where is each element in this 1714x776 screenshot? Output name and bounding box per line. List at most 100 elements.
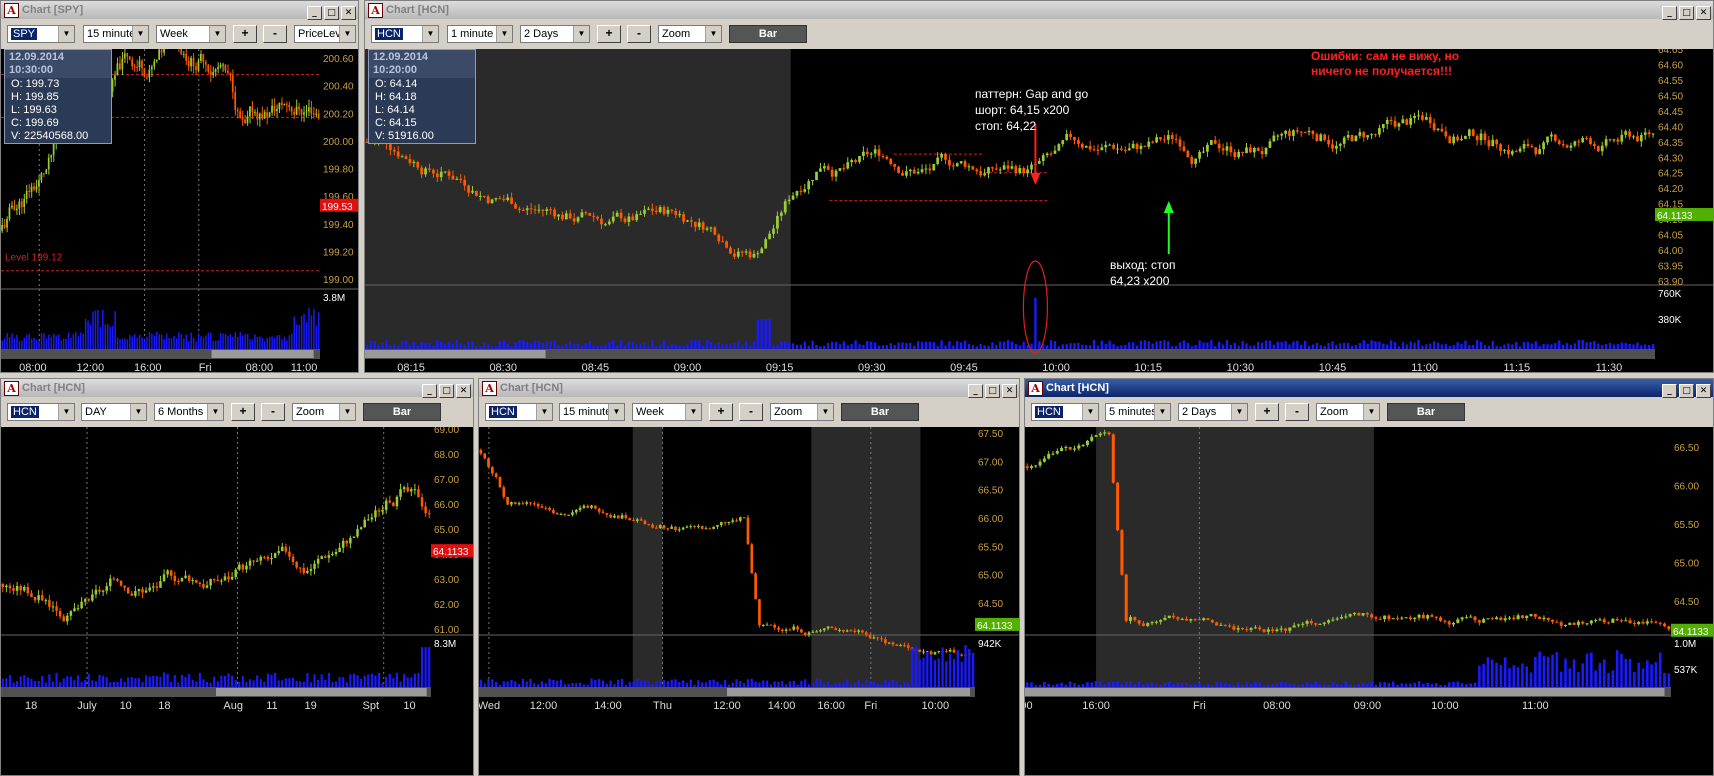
volume-bar [678, 682, 681, 687]
chart-plot-area[interactable]: 66.50 66.00 65.50 65.00 64.50 64.1133 1.0M 537K… [1025, 427, 1713, 775]
volume-bar [612, 340, 615, 349]
candle-body [1553, 134, 1557, 141]
volume-bar [1343, 342, 1346, 349]
chart-plot-area[interactable]: 64.65 64.60 64.55 64.50 64.45 64.40 64.35 64.30… [365, 49, 1713, 372]
chart-window-hcn-day[interactable]: A Chart [HCN] _ □ ✕ HCN ▼ DAY ▼ 6 Months ▼ + -… [0, 378, 474, 776]
zoom-out-button[interactable]: - [263, 25, 287, 43]
minimize-icon[interactable]: _ [968, 384, 983, 398]
maximize-icon[interactable]: □ [1679, 6, 1694, 20]
chart-plot-area[interactable]: 200.60 200.40 200.20 200.00 199.80 199.60 199.… [1, 49, 358, 372]
symbol-select[interactable]: SPY ▼ [7, 25, 75, 43]
symbol-select[interactable]: HCN ▼ [7, 403, 75, 421]
range-select[interactable]: 2 Days ▼ [1178, 403, 1248, 421]
zoom-out-button[interactable]: - [261, 403, 285, 421]
chart-canvas[interactable]: 66.5066.0065.5065.0064.5064.11331.0M537K… [1025, 427, 1713, 775]
volume-bar [41, 675, 44, 687]
volume-bar [743, 683, 746, 687]
volume-bar [1194, 344, 1197, 349]
candle-body [238, 564, 241, 570]
zoom-out-button[interactable]: - [739, 403, 763, 421]
bar-style-button[interactable]: Bar [729, 25, 807, 43]
volume-bar [1400, 683, 1404, 687]
interval-select[interactable]: 5 minutes ▼ [1105, 403, 1171, 421]
bar-style-button[interactable]: Bar [1387, 403, 1465, 421]
zoom-in-button[interactable]: + [231, 403, 255, 421]
candle-body [1271, 629, 1275, 631]
zoom-in-button[interactable]: + [597, 25, 621, 43]
volume-bar [99, 327, 102, 349]
zoom-out-button[interactable]: - [627, 25, 651, 43]
candle-body [490, 199, 494, 203]
chart-plot-area[interactable]: 69.0068.0067.0066.0065.0064.0063.0062.00… [1, 427, 473, 775]
volume-bar [455, 339, 459, 349]
chart-canvas[interactable]: 69.0068.0067.0066.0065.0064.0063.0062.00… [1, 427, 473, 775]
close-icon[interactable]: ✕ [1002, 384, 1017, 398]
chart-canvas[interactable]: 67.5067.0066.5066.0065.5065.0064.5064.11… [479, 427, 1019, 775]
zoom-select[interactable]: Zoom ▼ [292, 403, 356, 421]
range-select[interactable]: 2 Days ▼ [520, 25, 590, 43]
range-select[interactable]: Week ▼ [156, 25, 226, 43]
zoom-select[interactable]: Zoom ▼ [1316, 403, 1380, 421]
title-bar[interactable]: A Chart [SPY] _ □ ✕ [1, 1, 358, 20]
volume-bar [1546, 656, 1550, 687]
close-icon[interactable]: ✕ [341, 6, 356, 20]
zoom-select[interactable]: Zoom ▼ [658, 25, 722, 43]
volume-bar [658, 344, 662, 349]
close-icon[interactable]: ✕ [1696, 384, 1711, 398]
symbol-select[interactable]: HCN ▼ [485, 403, 553, 421]
zoom-in-button[interactable]: + [233, 25, 257, 43]
candle-body [600, 218, 603, 225]
volume-bar [561, 346, 564, 349]
zoom-in-button[interactable]: + [1255, 403, 1279, 421]
maximize-icon[interactable]: □ [1679, 384, 1694, 398]
candle-body [231, 75, 234, 93]
candle-body [1318, 623, 1322, 625]
interval-select[interactable]: 1 minute ▼ [447, 25, 513, 43]
candle-body [1073, 448, 1077, 450]
bar-style-button[interactable]: Bar [841, 403, 919, 421]
chart-window-hcn-1min[interactable]: A Chart [HCN] _ □ ✕ HCN ▼ 1 minute ▼ 2 Days ▼ … [364, 0, 1714, 373]
symbol-select[interactable]: HCN ▼ [371, 25, 439, 43]
range-select[interactable]: 6 Months ▼ [154, 403, 224, 421]
chart-window-spy[interactable]: A Chart [SPY] _ □ ✕ SPY ▼ 15 minutes ▼ Week ▼ … [0, 0, 359, 373]
volume-bar [995, 345, 998, 349]
maximize-icon[interactable]: □ [439, 384, 454, 398]
minimize-icon[interactable]: _ [1662, 6, 1677, 20]
candle-body [826, 626, 830, 629]
chart-window-hcn-5min[interactable]: A Chart [HCN] _ □ ✕ HCN ▼ 5 minutes ▼ 2 Days ▼… [1024, 378, 1714, 776]
candle-body [320, 556, 323, 559]
candle-body [1483, 133, 1487, 141]
title-bar[interactable]: A Chart [HCN] _ □ ✕ [479, 379, 1019, 398]
bar-style-button[interactable]: Bar [363, 403, 441, 421]
zoom-out-button[interactable]: - [1285, 403, 1309, 421]
zoom-select[interactable]: Zoom ▼ [770, 403, 834, 421]
minimize-icon[interactable]: _ [1662, 384, 1677, 398]
volume-bar [192, 337, 195, 349]
interval-select[interactable]: 15 minutes ▼ [83, 25, 149, 43]
minimize-icon[interactable]: _ [307, 6, 322, 20]
candle-body [184, 575, 187, 579]
chart-window-hcn-15min[interactable]: A Chart [HCN] _ □ ✕ HCN ▼ 15 minutes ▼ Week ▼ … [478, 378, 1020, 776]
time-tick-label: 09:45 [950, 362, 978, 373]
minimize-icon[interactable]: _ [422, 384, 437, 398]
close-icon[interactable]: ✕ [456, 384, 471, 398]
zoom-in-button[interactable]: + [709, 403, 733, 421]
price-tick-label: 63.90 [1658, 277, 1683, 288]
price-level-select[interactable]: PriceLevel ▼ [294, 25, 356, 43]
maximize-icon[interactable]: □ [985, 384, 1000, 398]
title-bar[interactable]: A Chart [HCN] _ □ ✕ [1, 379, 473, 398]
volume-bar [107, 324, 109, 349]
symbol-select[interactable]: HCN ▼ [1031, 403, 1099, 421]
chart-plot-area[interactable]: 67.50 67.00 66.50 66.00 65.50 65.00 64.50 64.11… [479, 427, 1019, 775]
interval-select[interactable]: DAY ▼ [81, 403, 147, 421]
title-bar[interactable]: A Chart [HCN] _ □ ✕ [365, 1, 1713, 20]
title-bar[interactable]: A Chart [HCN] _ □ ✕ [1025, 379, 1713, 398]
candle-body [1378, 618, 1382, 620]
candle-body [994, 168, 998, 170]
interval-select[interactable]: 15 minutes ▼ [559, 403, 625, 421]
range-select[interactable]: Week ▼ [632, 403, 702, 421]
close-icon[interactable]: ✕ [1696, 6, 1711, 20]
volume-bar [1561, 344, 1565, 349]
maximize-icon[interactable]: □ [324, 6, 339, 20]
candle-body [307, 107, 310, 112]
